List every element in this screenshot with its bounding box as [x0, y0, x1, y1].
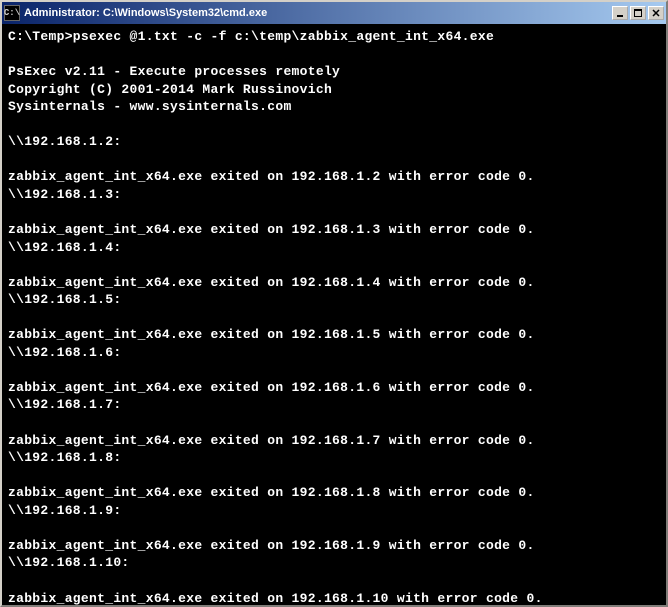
console-line	[8, 151, 660, 169]
console-line: Sysinternals - www.sysinternals.com	[8, 98, 660, 116]
console-line	[8, 361, 660, 379]
minimize-button[interactable]	[612, 6, 628, 20]
console-line: \\192.168.1.5:	[8, 291, 660, 309]
console-line: \\192.168.1.4:	[8, 239, 660, 257]
console-line: zabbix_agent_int_x64.exe exited on 192.1…	[8, 590, 660, 606]
console-line: zabbix_agent_int_x64.exe exited on 192.1…	[8, 484, 660, 502]
console-line: \\192.168.1.9:	[8, 502, 660, 520]
console-line: zabbix_agent_int_x64.exe exited on 192.1…	[8, 537, 660, 555]
console-line: \\192.168.1.3:	[8, 186, 660, 204]
console-line	[8, 572, 660, 590]
console-line: PsExec v2.11 - Execute processes remotel…	[8, 63, 660, 81]
console-line: zabbix_agent_int_x64.exe exited on 192.1…	[8, 221, 660, 239]
console-line: zabbix_agent_int_x64.exe exited on 192.1…	[8, 379, 660, 397]
window-title: Administrator: C:\Windows\System32\cmd.e…	[24, 7, 612, 19]
titlebar-buttons	[612, 6, 664, 20]
console-line: zabbix_agent_int_x64.exe exited on 192.1…	[8, 168, 660, 186]
console-line	[8, 414, 660, 432]
titlebar[interactable]: C:\ Administrator: C:\Windows\System32\c…	[2, 2, 666, 24]
console-line	[8, 467, 660, 485]
close-button[interactable]	[648, 6, 664, 20]
console-line	[8, 46, 660, 64]
maximize-button[interactable]	[630, 6, 646, 20]
console-line: C:\Temp>psexec @1.txt -c -f c:\temp\zabb…	[8, 28, 660, 46]
console-line: \\192.168.1.8:	[8, 449, 660, 467]
console-line: \\192.168.1.10:	[8, 554, 660, 572]
cmd-window: C:\ Administrator: C:\Windows\System32\c…	[0, 0, 668, 607]
console-line: zabbix_agent_int_x64.exe exited on 192.1…	[8, 326, 660, 344]
console-line: zabbix_agent_int_x64.exe exited on 192.1…	[8, 274, 660, 292]
console-line: \\192.168.1.2:	[8, 133, 660, 151]
console-line: Copyright (C) 2001-2014 Mark Russinovich	[8, 81, 660, 99]
console-line: zabbix_agent_int_x64.exe exited on 192.1…	[8, 432, 660, 450]
console-line: \\192.168.1.7:	[8, 396, 660, 414]
console-line	[8, 519, 660, 537]
console-line: \\192.168.1.6:	[8, 344, 660, 362]
console-line	[8, 116, 660, 134]
cmd-icon: C:\	[4, 5, 20, 21]
console-line	[8, 203, 660, 221]
console-area[interactable]: C:\Temp>psexec @1.txt -c -f c:\temp\zabb…	[2, 24, 666, 605]
console-line	[8, 256, 660, 274]
console-line	[8, 309, 660, 327]
